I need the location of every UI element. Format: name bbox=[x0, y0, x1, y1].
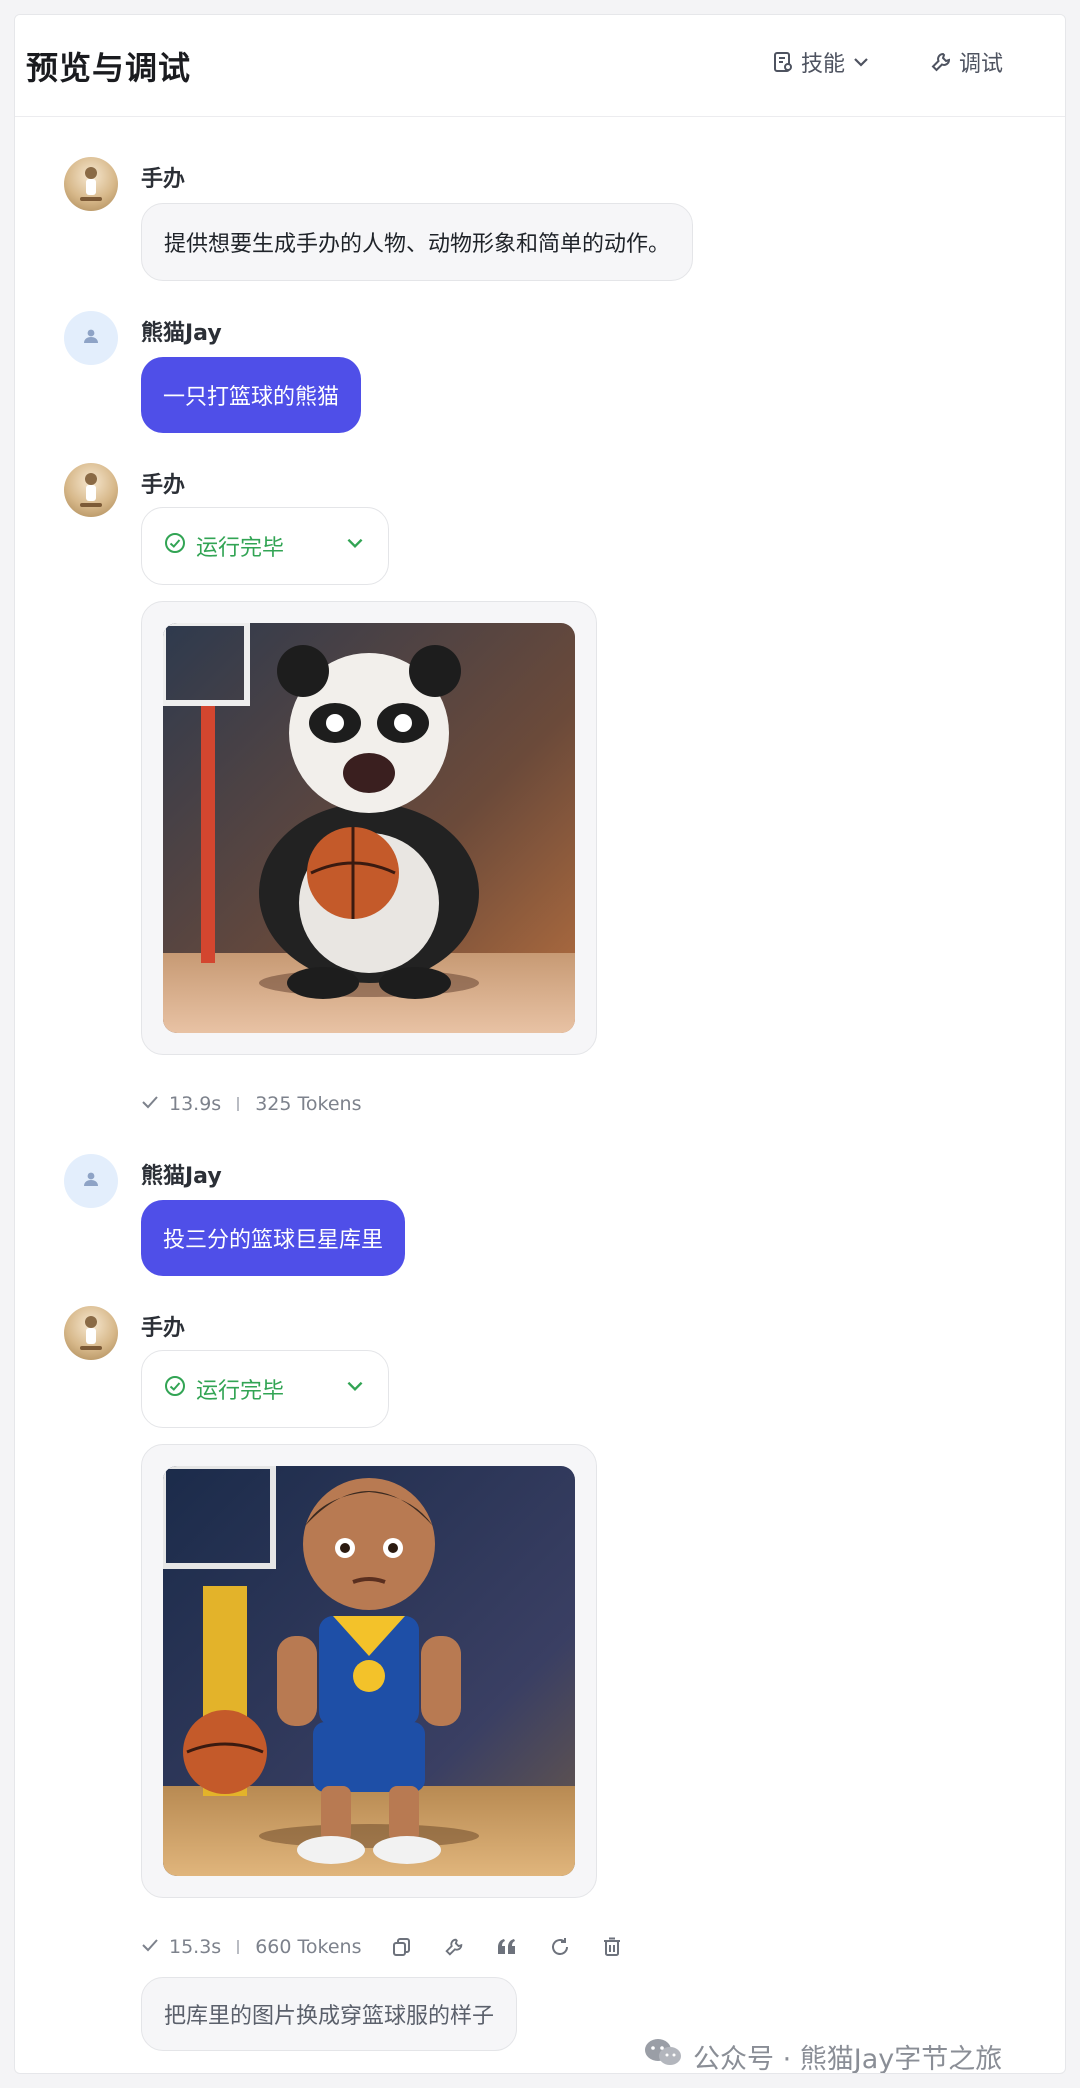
checkmark-icon bbox=[141, 1093, 159, 1116]
message-meta: 13.9s 325 Tokens bbox=[141, 1089, 361, 1119]
refresh-icon[interactable] bbox=[549, 1936, 571, 1958]
user-avatar bbox=[64, 311, 118, 365]
watermark-text: 公众号 · 熊猫Jay字节之旅 bbox=[693, 2044, 1003, 2074]
chevron-down-icon bbox=[851, 52, 871, 72]
user-icon bbox=[82, 1170, 100, 1192]
divider bbox=[237, 1940, 240, 1954]
quote-icon[interactable] bbox=[495, 1936, 519, 1958]
generated-image-panda[interactable] bbox=[163, 623, 575, 1033]
generated-image-player[interactable] bbox=[163, 1466, 575, 1876]
check-circle-icon bbox=[164, 1375, 186, 1403]
run-status-label: 运行完毕 bbox=[196, 1379, 285, 1404]
copy-icon[interactable] bbox=[391, 1936, 413, 1958]
sender-name: 熊猫Jay bbox=[141, 321, 222, 346]
token-count: 325 Tokens bbox=[255, 1093, 362, 1115]
chevron-down-icon[interactable] bbox=[344, 532, 366, 560]
page-title: 预览与调试 bbox=[26, 49, 192, 87]
wrench-icon bbox=[929, 50, 953, 74]
skills-icon bbox=[771, 50, 795, 74]
sender-name: 手办 bbox=[141, 167, 186, 192]
run-status-card[interactable]: 运行完毕 bbox=[141, 507, 389, 585]
chevron-down-icon[interactable] bbox=[344, 1375, 366, 1403]
message-bubble: 一只打篮球的熊猫 bbox=[141, 357, 362, 433]
wrench-icon[interactable] bbox=[443, 1936, 465, 1958]
sender-name: 熊猫Jay bbox=[141, 1164, 222, 1189]
sender-name: 手办 bbox=[141, 473, 186, 498]
delete-icon[interactable] bbox=[601, 1936, 623, 1958]
bot-avatar bbox=[64, 463, 118, 517]
image-card bbox=[141, 1444, 597, 1898]
run-status-card[interactable]: 运行完毕 bbox=[141, 1350, 389, 1428]
checkmark-icon bbox=[141, 1936, 159, 1959]
debug-label: 调试 bbox=[959, 52, 1004, 77]
skills-label: 技能 bbox=[801, 52, 846, 77]
run-status-label: 运行完毕 bbox=[196, 536, 285, 561]
watermark: 公众号 · 熊猫Jay字节之旅 bbox=[643, 2037, 1003, 2074]
sender-name: 手办 bbox=[141, 1316, 186, 1341]
preview-debug-panel: 预览与调试 技能 调试 手办 提供想要生成手办的人物、动物形象和简单的动作。 熊… bbox=[14, 14, 1066, 2074]
wechat-icon bbox=[643, 2037, 683, 2073]
user-avatar bbox=[64, 1154, 118, 1208]
bot-avatar bbox=[64, 1306, 118, 1360]
response-time: 15.3s bbox=[169, 1936, 222, 1958]
message-meta: 15.3s 660 Tokens bbox=[141, 1932, 623, 1962]
divider bbox=[237, 1097, 240, 1111]
image-card bbox=[141, 601, 597, 1055]
message-bubble: 投三分的篮球巨星库里 bbox=[141, 1200, 406, 1276]
debug-button[interactable]: 调试 bbox=[929, 45, 1003, 79]
user-icon bbox=[82, 327, 100, 349]
check-circle-icon bbox=[164, 532, 186, 560]
message-bubble: 提供想要生成手办的人物、动物形象和简单的动作。 bbox=[141, 203, 694, 281]
suggested-prompt[interactable]: 把库里的图片换成穿篮球服的样子 bbox=[141, 1977, 518, 2051]
token-count: 660 Tokens bbox=[255, 1936, 362, 1958]
panel-header: 预览与调试 技能 调试 bbox=[15, 15, 1065, 117]
response-time: 13.9s bbox=[169, 1093, 222, 1115]
bot-avatar bbox=[64, 157, 118, 211]
skills-dropdown[interactable]: 技能 bbox=[771, 45, 871, 79]
